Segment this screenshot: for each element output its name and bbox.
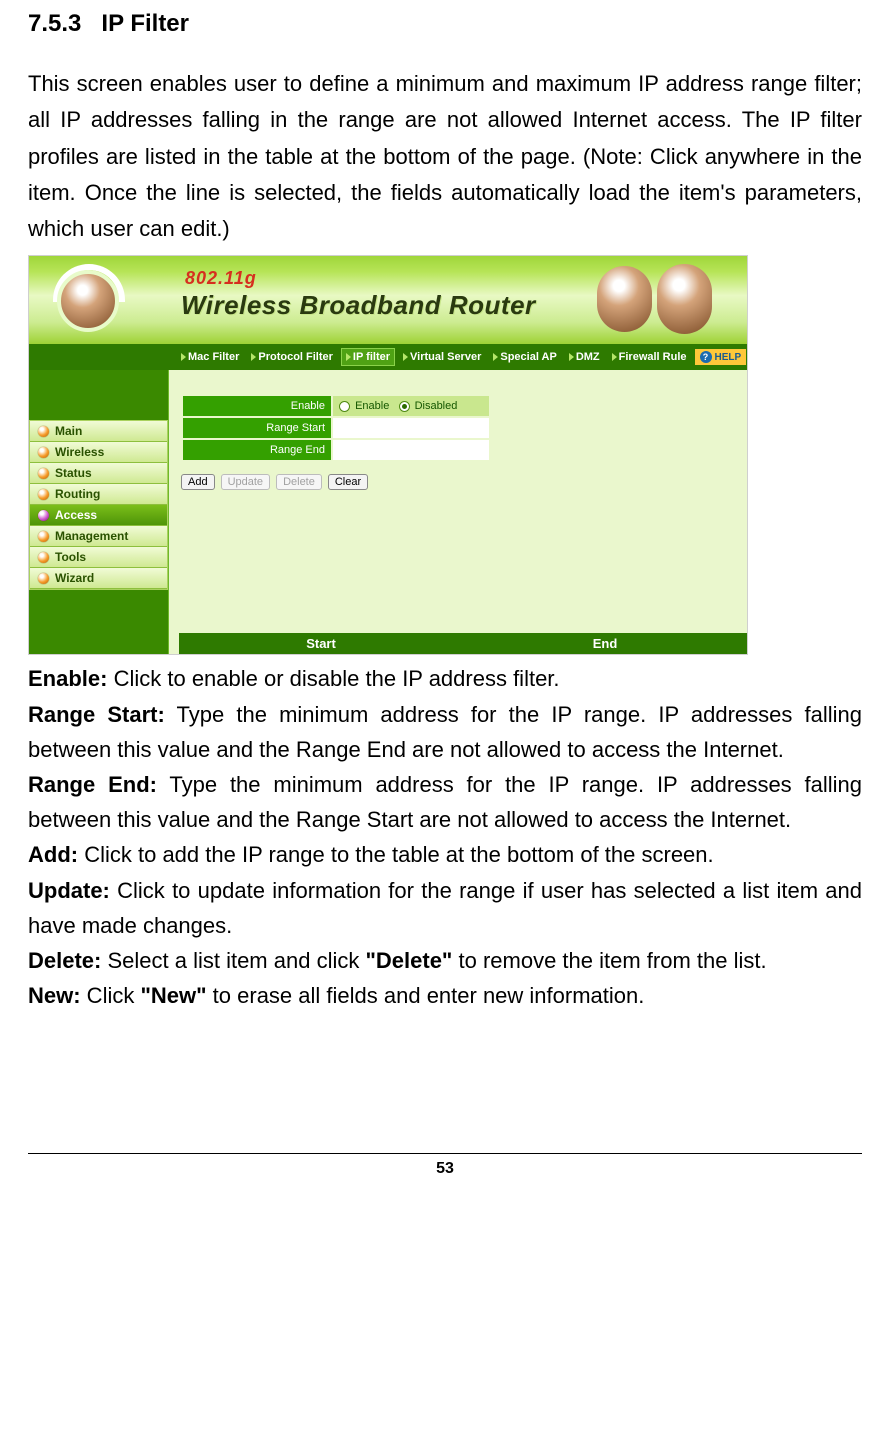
clear-button[interactable]: Clear xyxy=(328,474,368,490)
section-number: 7.5.3 xyxy=(28,10,81,37)
definitions: Enable: Click to enable or disable the I… xyxy=(28,661,862,1013)
section-heading: 7.5.3 IP Filter xyxy=(28,10,862,38)
radio-enable[interactable] xyxy=(339,401,350,412)
radio-enable-label: Enable xyxy=(355,400,389,412)
def-add: Add: Click to add the IP range to the ta… xyxy=(28,837,862,872)
sidebar-item-label: Management xyxy=(55,529,128,543)
def-update: Update: Click to update information for … xyxy=(28,873,862,943)
col-end: End xyxy=(463,633,747,654)
product-title: Wireless Broadband Router xyxy=(181,290,536,321)
radio-disabled[interactable] xyxy=(399,401,410,412)
nav-virtual-server[interactable]: Virtual Server xyxy=(399,349,485,365)
nav-dmz[interactable]: DMZ xyxy=(565,349,604,365)
enable-value: Enable Disabled xyxy=(332,395,490,417)
bullet-icon xyxy=(38,552,49,563)
chevron-right-icon xyxy=(181,353,186,361)
nav-label: Virtual Server xyxy=(410,351,481,363)
bullet-icon xyxy=(38,573,49,584)
sidebar-item-management[interactable]: Management xyxy=(30,526,167,547)
nav-label: Special AP xyxy=(500,351,556,363)
nav-label: Firewall Rule xyxy=(619,351,687,363)
banner: 802.11g Wireless Broadband Router xyxy=(29,256,747,344)
content-pane: Enable Enable Disabled Range Start Range… xyxy=(169,370,747,654)
ip-filter-form: Enable Enable Disabled Range Start Range… xyxy=(181,394,491,462)
nav-firewall-rule[interactable]: Firewall Rule xyxy=(608,349,691,365)
nav-label: IP filter xyxy=(353,351,390,363)
help-button[interactable]: HELP xyxy=(695,349,747,365)
sidebar-item-label: Status xyxy=(55,466,92,480)
chevron-right-icon xyxy=(403,353,408,361)
wifi-standard: 802.11g xyxy=(185,268,257,289)
nav-label: DMZ xyxy=(576,351,600,363)
bullet-icon xyxy=(38,489,49,500)
sidebar-item-label: Access xyxy=(55,508,97,522)
sidebar-item-label: Routing xyxy=(55,487,100,501)
update-button[interactable]: Update xyxy=(221,474,270,490)
chevron-right-icon xyxy=(612,353,617,361)
range-end-label: Range End xyxy=(182,439,332,461)
radio-disabled-label: Disabled xyxy=(415,400,458,412)
sidebar-item-routing[interactable]: Routing xyxy=(30,484,167,505)
chevron-right-icon xyxy=(251,353,256,361)
range-start-field[interactable] xyxy=(332,417,490,439)
section-title: IP Filter xyxy=(101,10,189,37)
bullet-icon xyxy=(38,468,49,479)
help-label: HELP xyxy=(715,352,742,363)
sidebar-item-main[interactable]: Main xyxy=(30,421,167,442)
bullet-icon xyxy=(38,426,49,437)
router-screenshot: 802.11g Wireless Broadband Router Mac Fi… xyxy=(28,255,748,655)
sub-navbar: Mac Filter Protocol Filter IP filter Vir… xyxy=(29,344,747,370)
chevron-right-icon xyxy=(569,353,574,361)
sidebar-item-label: Main xyxy=(55,424,82,438)
add-button[interactable]: Add xyxy=(181,474,215,490)
nav-mac-filter[interactable]: Mac Filter xyxy=(177,349,243,365)
sidebar-item-label: Wizard xyxy=(55,571,94,585)
sidebar-menu: Main Wireless Status Routing Access Mana… xyxy=(29,420,168,590)
bullet-icon xyxy=(38,510,49,521)
def-enable: Enable: Click to enable or disable the I… xyxy=(28,661,862,696)
avatar-right-1 xyxy=(597,266,652,332)
sidebar-item-status[interactable]: Status xyxy=(30,463,167,484)
sidebar-item-label: Tools xyxy=(55,550,86,564)
nav-protocol-filter[interactable]: Protocol Filter xyxy=(247,349,337,365)
sidebar-item-wireless[interactable]: Wireless xyxy=(30,442,167,463)
action-row: Add Update Delete Clear xyxy=(181,474,735,490)
sidebar-item-tools[interactable]: Tools xyxy=(30,547,167,568)
sidebar-item-label: Wireless xyxy=(55,445,104,459)
avatar-left xyxy=(57,270,119,332)
intro-paragraph: This screen enables user to define a min… xyxy=(28,66,862,247)
range-start-label: Range Start xyxy=(182,417,332,439)
chevron-right-icon xyxy=(493,353,498,361)
nav-special-ap[interactable]: Special AP xyxy=(489,349,560,365)
col-start: Start xyxy=(179,633,463,654)
nav-ip-filter[interactable]: IP filter xyxy=(341,348,395,366)
bullet-icon xyxy=(38,447,49,458)
page-number: 53 xyxy=(436,1160,454,1177)
nav-label: Mac Filter xyxy=(188,351,239,363)
page-footer: 53 xyxy=(28,1153,862,1178)
avatar-right-2 xyxy=(657,264,712,334)
enable-label: Enable xyxy=(182,395,332,417)
bullet-icon xyxy=(38,531,49,542)
delete-button[interactable]: Delete xyxy=(276,474,322,490)
sidebar-item-wizard[interactable]: Wizard xyxy=(30,568,167,589)
profile-table-header: Start End xyxy=(169,633,747,654)
sidebar-item-access[interactable]: Access xyxy=(30,505,167,526)
range-end-field[interactable] xyxy=(332,439,490,461)
def-new: New: Click "New" to erase all fields and… xyxy=(28,978,862,1013)
chevron-right-icon xyxy=(346,353,351,361)
def-delete: Delete: Select a list item and click "De… xyxy=(28,943,862,978)
sidebar: Main Wireless Status Routing Access Mana… xyxy=(29,370,169,654)
def-range-start: Range Start: Type the minimum address fo… xyxy=(28,697,862,767)
nav-label: Protocol Filter xyxy=(258,351,333,363)
def-range-end: Range End: Type the minimum address for … xyxy=(28,767,862,837)
